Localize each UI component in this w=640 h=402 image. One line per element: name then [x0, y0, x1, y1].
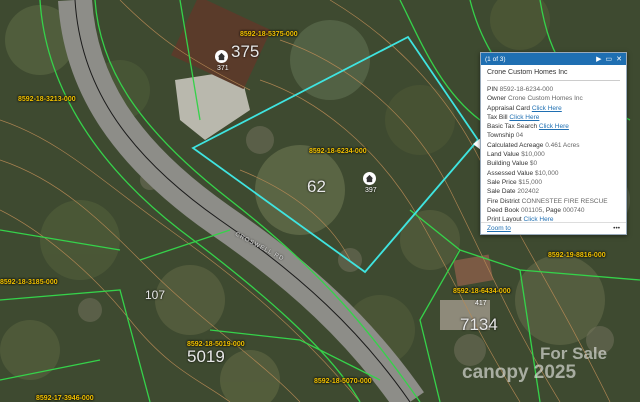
- zoom-to-link[interactable]: Zoom to: [487, 225, 511, 232]
- lot-number: 62: [307, 177, 326, 197]
- field-label: Fire District: [487, 198, 520, 205]
- more-menu-icon[interactable]: •••: [613, 225, 620, 232]
- address-number: 417: [475, 300, 487, 307]
- popup-footer: Zoom to •••: [481, 222, 626, 234]
- field-label: PIN: [487, 86, 498, 93]
- parcel-pin-label[interactable]: 8592-18-5019-000: [187, 341, 245, 348]
- lot-number: 7134: [460, 315, 498, 335]
- parcel-pin-label[interactable]: 8592-18-3213-000: [18, 96, 76, 103]
- field-label: Building Value: [487, 160, 528, 167]
- field-label: Appraisal Card: [487, 105, 530, 112]
- field-label: Owner: [487, 95, 506, 102]
- parcel-pin-label[interactable]: 8592-18-6234-000: [309, 148, 367, 155]
- parcel-pin-label[interactable]: 8592-18-5375-000: [240, 31, 298, 38]
- maximize-icon[interactable]: ▭: [606, 56, 613, 63]
- watermark: For Sale: [540, 344, 607, 364]
- acreage-value: 0.461 Acres: [545, 142, 579, 149]
- parcel-pin-label[interactable]: 8592-18-5070-000: [314, 378, 372, 385]
- sale-date-value: 202402: [517, 188, 539, 195]
- field-label: Township: [487, 132, 514, 139]
- owner-value: Crone Custom Homes Inc: [508, 95, 583, 102]
- popup-title: Crone Custom Homes Inc: [487, 69, 620, 81]
- pin-value: 8592-18-6234-000: [500, 86, 554, 93]
- field-label: Land Value: [487, 151, 519, 158]
- field-label: Assessed Value: [487, 170, 533, 177]
- next-icon[interactable]: ▶: [596, 56, 601, 63]
- field-label: Basic Tax Search: [487, 123, 537, 130]
- house-icon[interactable]: [363, 172, 376, 185]
- address-number: 371: [217, 65, 229, 72]
- parcel-pin-label[interactable]: 8592-18-3185-000: [0, 279, 58, 286]
- parcel-popup: (1 of 3) ▶ ▭ ✕ Crone Custom Homes Inc PI…: [480, 52, 627, 235]
- basic-tax-link[interactable]: Click Here: [539, 123, 569, 130]
- parcel-pin-label[interactable]: 8592-17-3946-000: [36, 395, 94, 402]
- deed-page-value: 000740: [563, 207, 585, 214]
- field-label: Tax Bill: [487, 114, 508, 121]
- lot-number: 5019: [187, 347, 225, 367]
- lot-number: 375: [231, 42, 259, 62]
- appraisal-link[interactable]: Click Here: [532, 105, 562, 112]
- assessed-value: $10,000: [535, 170, 559, 177]
- field-label: , Page: [542, 207, 561, 214]
- field-label: Sale Price: [487, 179, 517, 186]
- township-value: 04: [516, 132, 523, 139]
- lot-number: 107: [145, 288, 165, 302]
- watermark: canopy 2025: [462, 362, 576, 384]
- close-icon[interactable]: ✕: [616, 56, 622, 63]
- parcel-pin-label[interactable]: 8592-19-8816-000: [548, 252, 606, 259]
- house-icon[interactable]: [215, 50, 228, 63]
- popup-pager: (1 of 3): [485, 56, 506, 63]
- fire-district-value: CONNESTEE FIRE RESCUE: [522, 198, 608, 205]
- address-number: 397: [365, 187, 377, 194]
- parcel-pin-label[interactable]: 8592-18-6434-000: [453, 288, 511, 295]
- field-label: Sale Date: [487, 188, 516, 195]
- popup-header: (1 of 3) ▶ ▭ ✕: [481, 53, 626, 65]
- field-label: Calculated Acreage: [487, 142, 543, 149]
- field-label: Deed Book: [487, 207, 519, 214]
- building-value: $0: [530, 160, 537, 167]
- tax-bill-link[interactable]: Click Here: [509, 114, 539, 121]
- sale-price-value: $15,000: [518, 179, 542, 186]
- deed-book-value: 001105: [521, 207, 542, 214]
- land-value: $10,000: [521, 151, 545, 158]
